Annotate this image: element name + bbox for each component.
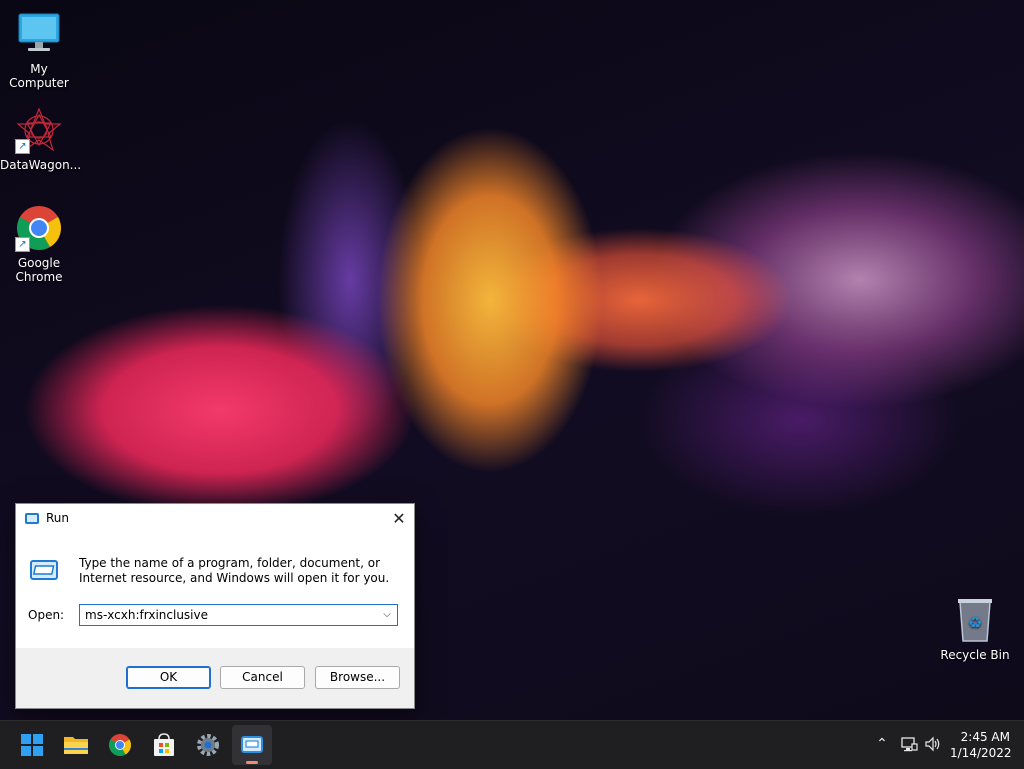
windows-start-icon [21, 734, 43, 756]
shortcut-arrow-icon: ↗ [15, 139, 30, 154]
run-dialog-description: Type the name of a program, folder, docu… [79, 556, 390, 585]
store-bag-icon [154, 733, 174, 756]
tray-clock[interactable]: 2:45 AM 1/14/2022 [950, 729, 1012, 761]
taskbar-file-explorer-button[interactable] [56, 725, 96, 765]
network-icon[interactable] [900, 735, 918, 753]
desktop-icon-label: Recycle Bin [940, 648, 1010, 662]
desktop-wallpaper: My Computer ↗ DataWagon... ↗ Google Chro… [0, 0, 1024, 720]
run-app-icon [25, 513, 39, 524]
ok-button[interactable]: OK [126, 666, 211, 689]
open-field-label: Open: [28, 608, 65, 622]
cancel-button[interactable]: Cancel [220, 666, 305, 689]
taskbar-start-button[interactable] [12, 725, 52, 765]
taskbar-run-button[interactable] [232, 725, 272, 765]
taskbar-chrome-button[interactable] [100, 725, 140, 765]
desktop-icon-recycle-bin[interactable]: ♻ Recycle Bin [936, 596, 1014, 662]
svg-text:♻: ♻ [968, 613, 982, 632]
desktop-icon-label: DataWagon... [0, 158, 82, 172]
run-dialog-title: Run [46, 511, 70, 525]
taskbar-settings-button[interactable] [188, 725, 228, 765]
desktop-icon-datawagon[interactable]: ↗ DataWagon... [0, 106, 82, 172]
desktop-icon-my-computer[interactable]: My Computer [0, 10, 78, 90]
shortcut-arrow-icon: ↗ [15, 237, 30, 252]
chrome-icon [109, 734, 131, 756]
gear-icon [197, 734, 219, 756]
chevron-down-icon[interactable]: ⌵ [380, 607, 394, 623]
close-icon[interactable]: ✕ [384, 504, 414, 534]
run-app-icon [30, 559, 58, 581]
browse-button[interactable]: Browse... [315, 666, 400, 689]
clock-date: 1/14/2022 [950, 746, 1012, 760]
active-app-indicator [246, 761, 258, 764]
clock-time: 2:45 AM [960, 730, 1010, 744]
open-input[interactable] [80, 605, 375, 625]
taskbar-store-button[interactable] [144, 725, 184, 765]
run-dialog: Run ✕ Type the name of a program, folder… [15, 503, 415, 709]
folder-icon [64, 737, 88, 754]
show-hidden-icons-chevron-up-icon[interactable]: ⌃ [873, 735, 891, 753]
desktop-icon-label: Google Chrome [15, 256, 63, 284]
run-app-icon [241, 736, 263, 753]
desktop-icon-google-chrome[interactable]: ↗ Google Chrome [0, 204, 78, 284]
datawagon-app-icon: ↗ [15, 106, 63, 154]
volume-icon[interactable] [924, 735, 942, 753]
chrome-icon: ↗ [15, 204, 63, 252]
desktop-icon-label: My Computer [9, 62, 69, 90]
taskbar: ⌃ 2:45 AM 1/14/2022 [0, 720, 1024, 769]
monitor-icon [15, 10, 63, 58]
open-combobox[interactable]: ⌵ [79, 604, 398, 626]
run-dialog-footer: OK Cancel Browse... [16, 648, 414, 708]
recycle-bin-icon: ♻ [951, 596, 999, 644]
run-titlebar[interactable]: Run ✕ [16, 504, 414, 534]
